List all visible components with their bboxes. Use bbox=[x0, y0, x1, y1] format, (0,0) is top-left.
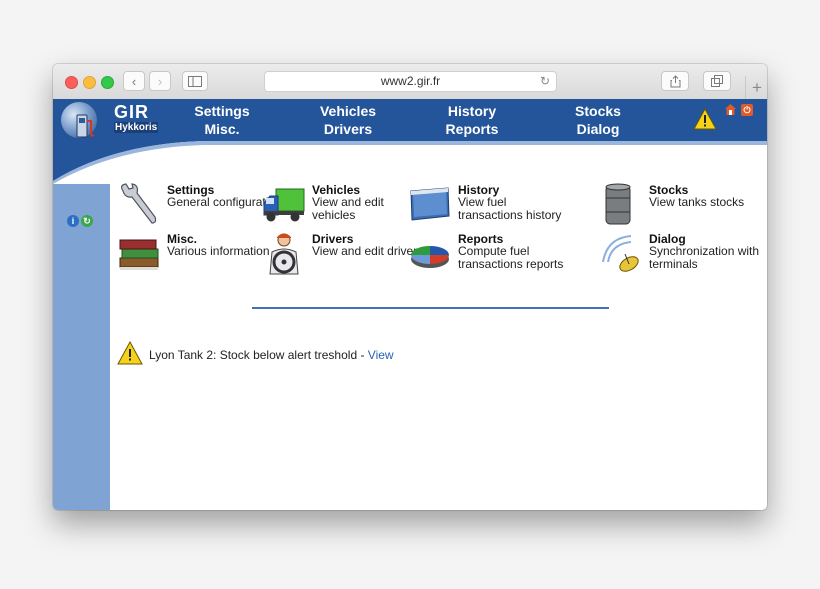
topmenu-stocks-dialog: Stocks Dialog bbox=[553, 102, 643, 138]
history-card-icon bbox=[410, 187, 450, 221]
reload-icon[interactable]: ↻ bbox=[540, 72, 550, 91]
brand-logo: GIR bbox=[114, 102, 150, 122]
sidebar: i ↻ bbox=[53, 184, 110, 510]
module-settings[interactable]: Settings General configuration bbox=[117, 183, 282, 228]
wrench-icon bbox=[120, 183, 157, 224]
module-description: Synchronization with terminals bbox=[649, 244, 760, 271]
truck-icon bbox=[263, 188, 305, 222]
brand-subtitle: Hykkoris bbox=[114, 122, 159, 133]
home-icon[interactable] bbox=[725, 104, 736, 115]
back-button[interactable]: ‹ bbox=[123, 71, 145, 91]
fuel-pump-icon bbox=[76, 114, 95, 138]
sidebar-toggle-button[interactable] bbox=[182, 71, 208, 91]
module-stocks[interactable]: Stocks View tanks stocks bbox=[599, 183, 759, 228]
alert-view-link[interactable]: View bbox=[368, 348, 394, 362]
new-tab-button[interactable]: + bbox=[745, 76, 767, 99]
info-icon[interactable]: i bbox=[67, 215, 79, 227]
module-drivers[interactable]: Drivers View and edit drivers bbox=[262, 232, 423, 277]
section-divider bbox=[252, 307, 609, 309]
module-vehicles[interactable]: Vehicles View and edit vehicles bbox=[262, 183, 422, 228]
module-description: View fuel transactions history bbox=[458, 195, 562, 222]
forward-button[interactable]: › bbox=[149, 71, 171, 91]
topmenu-stocks[interactable]: Stocks bbox=[553, 102, 643, 120]
zoom-window-button[interactable] bbox=[101, 76, 114, 89]
share-icon bbox=[670, 74, 680, 87]
share-button[interactable] bbox=[661, 71, 689, 91]
plus-icon: + bbox=[752, 78, 762, 97]
module-misc[interactable]: Misc. Various information bbox=[117, 232, 277, 277]
tabs-overview-button[interactable] bbox=[703, 71, 731, 91]
app-header: GIR Hykkoris Settings Misc. Vehicles Dri… bbox=[53, 99, 767, 184]
warning-icon[interactable] bbox=[693, 108, 717, 130]
satellite-dish-icon bbox=[602, 235, 639, 272]
module-reports[interactable]: Reports Compute fuel transactions report… bbox=[408, 232, 568, 277]
browser-toolbar: ‹ › www2.gir.fr ↻ + bbox=[53, 64, 767, 100]
topmenu-reports[interactable]: Reports bbox=[427, 120, 517, 138]
chevron-left-icon: ‹ bbox=[131, 73, 137, 89]
module-dialog[interactable]: Dialog Synchronization with terminals bbox=[599, 232, 759, 277]
topmenu-drivers[interactable]: Drivers bbox=[303, 120, 393, 138]
url-text: www2.gir.fr bbox=[380, 74, 441, 88]
topmenu-misc[interactable]: Misc. bbox=[177, 120, 267, 138]
chevron-right-icon: › bbox=[157, 73, 163, 89]
topmenu-history[interactable]: History bbox=[427, 102, 517, 120]
pie-chart-icon bbox=[411, 246, 449, 268]
topmenu-vehicles[interactable]: Vehicles bbox=[303, 102, 393, 120]
alert-message: Lyon Tank 2: Stock below alert treshold … bbox=[149, 348, 368, 362]
driver-icon bbox=[269, 233, 299, 275]
barrel-icon bbox=[605, 183, 631, 225]
module-history[interactable]: History View fuel transactions history bbox=[408, 183, 568, 228]
logout-icon[interactable]: ⏻ bbox=[741, 104, 753, 116]
topmenu-history-reports: History Reports bbox=[427, 102, 517, 138]
sidebar-icon bbox=[188, 75, 202, 87]
topmenu-settings-misc: Settings Misc. bbox=[177, 102, 267, 138]
topmenu-vehicles-drivers: Vehicles Drivers bbox=[303, 102, 393, 138]
module-description: Compute fuel transactions reports bbox=[458, 244, 564, 271]
browser-window: ‹ › www2.gir.fr ↻ + GIR Hykkoris Setting… bbox=[53, 64, 767, 510]
books-icon bbox=[119, 239, 159, 270]
address-bar[interactable]: www2.gir.fr ↻ bbox=[264, 71, 557, 92]
minimize-window-button[interactable] bbox=[83, 76, 96, 89]
refresh-icon[interactable]: ↻ bbox=[81, 215, 93, 227]
topmenu-settings[interactable]: Settings bbox=[177, 102, 267, 120]
tabs-icon bbox=[711, 75, 723, 87]
topmenu-dialog[interactable]: Dialog bbox=[553, 120, 643, 138]
warning-icon bbox=[117, 341, 143, 365]
header-background bbox=[53, 99, 767, 184]
module-description: View tanks stocks bbox=[649, 195, 745, 209]
close-window-button[interactable] bbox=[65, 76, 78, 89]
